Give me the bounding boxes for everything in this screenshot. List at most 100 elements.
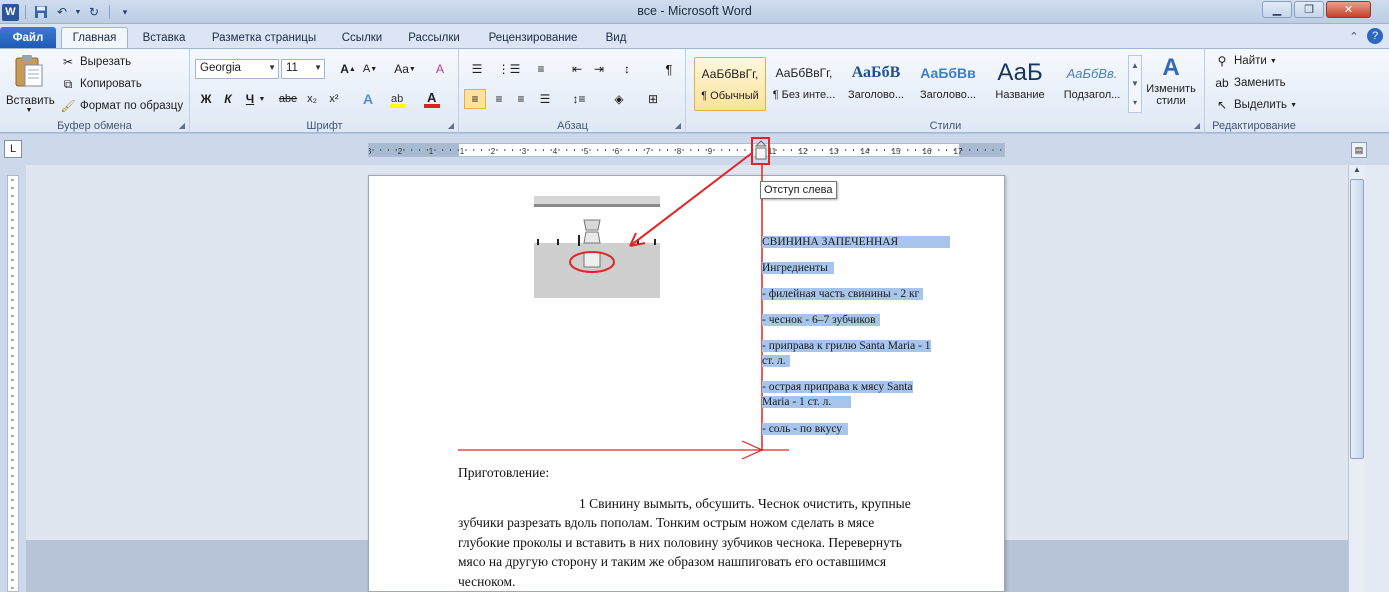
align-center-icon[interactable]: ≡	[488, 89, 510, 109]
body-line[interactable]: глубокие проколы и вставить в них полови…	[458, 533, 902, 553]
font-launcher-icon[interactable]: ◢	[448, 121, 454, 130]
cut-button[interactable]: ✂ Вырезать	[60, 54, 131, 70]
styles-launcher-icon[interactable]: ◢	[1194, 121, 1200, 130]
font-group-label: Шрифт	[306, 120, 343, 132]
select-dropdown-icon[interactable]: ▼	[1290, 102, 1297, 109]
font-group: Georgia ▼ 11 ▼ A ▲ A ▼ Aa ▼ A Ж К Ч ▼ abe x…	[191, 49, 459, 133]
vertical-ruler[interactable]	[7, 175, 19, 592]
tab-file[interactable]: Файл	[0, 27, 56, 48]
clipboard-launcher-icon[interactable]: ◢	[179, 121, 185, 130]
styles-scroll[interactable]: ▲ ▼ ▾	[1128, 55, 1142, 113]
strikethrough-button[interactable]: abe	[277, 89, 299, 109]
selected-line[interactable]: - соль - по вкусу	[762, 422, 849, 437]
style-preview: АаБбВвГг,	[701, 67, 759, 81]
tab-page-layout[interactable]: Разметка страницы	[204, 27, 324, 48]
underline-dropdown-icon[interactable]: ▼	[257, 89, 267, 109]
change-styles-label: Изменить стили	[1146, 83, 1196, 107]
font-color-button[interactable]: A	[421, 89, 443, 109]
copy-button[interactable]: ⧉ Копировать	[60, 76, 142, 92]
scroll-up-icon[interactable]: ▲	[1350, 165, 1364, 178]
replace-button[interactable]: ab Заменить	[1214, 75, 1285, 91]
style-preview: АаБбВв	[920, 65, 976, 81]
selected-line[interactable]: СВИНИНА ЗАПЕЧЕННАЯ	[762, 235, 951, 250]
borders-icon[interactable]: ⊞	[642, 89, 664, 109]
vertical-scrollbar[interactable]: ▲	[1348, 165, 1365, 592]
paragraph-launcher-icon[interactable]: ◢	[675, 121, 681, 130]
shrink-font-button[interactable]: A ▼	[359, 59, 381, 79]
tab-selector[interactable]: L	[4, 140, 22, 158]
format-painter-button[interactable]: 🖌 Формат по образцу	[60, 98, 183, 114]
increase-indent-icon[interactable]: ⇥	[588, 59, 610, 79]
selected-line[interactable]: Maria - 1 ст. л.	[762, 395, 852, 410]
justify-icon[interactable]: ☰	[534, 89, 556, 109]
selected-line[interactable]: Ингредиенты	[762, 261, 834, 276]
selected-line[interactable]: - приправа к грилю Santa Maria - 1	[762, 339, 931, 354]
line-spacing-icon[interactable]: ↕≡	[568, 89, 590, 109]
paste-dropdown-icon[interactable]: ▼	[6, 107, 52, 114]
tab-home[interactable]: Главная	[61, 27, 128, 48]
change-case-button[interactable]: Aa ▼	[391, 59, 419, 79]
show-formatting-icon[interactable]: ¶	[658, 59, 680, 79]
selected-line[interactable]: - филейная часть свинины - 2 кг	[762, 287, 924, 302]
superscript-button[interactable]: x²	[323, 89, 345, 109]
style-subtitle[interactable]: АаБбВв. Подзагол...	[1056, 57, 1128, 111]
chevron-down-icon[interactable]: ▼	[1131, 79, 1139, 88]
text-effects-icon[interactable]: A	[357, 89, 379, 109]
paragraph-group: ☰ ⋮☰ ≡ ⇤ ⇥ ↕ ¶ ≡ ≡ ≡ ☰ ↕≡ ◈ ⊞ Абзац ◢	[460, 49, 686, 133]
selected-line[interactable]: - чеснок - 6–7 зубчиков	[762, 313, 880, 328]
multilevel-list-icon[interactable]: ≡	[530, 59, 552, 79]
selected-line[interactable]: - острая приправа к мясу Santa	[762, 380, 913, 395]
shading-icon[interactable]: ◈	[608, 89, 630, 109]
subscript-button[interactable]: x₂	[301, 89, 323, 109]
change-styles-button[interactable]: A Изменить стили	[1143, 53, 1199, 107]
more-styles-icon[interactable]: ▾	[1133, 98, 1137, 107]
close-button[interactable]: ✕	[1326, 1, 1371, 18]
font-size-dropdown-icon[interactable]: ▼	[314, 63, 322, 72]
chevron-up-icon[interactable]: ▲	[1131, 61, 1139, 70]
view-ruler-icon[interactable]: ▤	[1351, 142, 1367, 158]
minimize-button[interactable]: ▁	[1262, 1, 1292, 18]
font-name-dropdown-icon[interactable]: ▼	[268, 63, 276, 72]
body-line[interactable]: мясо на другую сторону и таким же образо…	[458, 552, 886, 572]
highlight-button[interactable]: ab	[387, 89, 409, 109]
style-title[interactable]: АаБ Название	[984, 57, 1056, 111]
tab-insert[interactable]: Вставка	[135, 27, 193, 48]
align-right-icon[interactable]: ≡	[510, 89, 532, 109]
body-line[interactable]: 1 Свинину вымыть, обсушить. Чеснок очист…	[579, 494, 911, 514]
scroll-thumb[interactable]	[1350, 179, 1364, 459]
bullets-icon[interactable]: ☰	[466, 59, 488, 79]
grow-font-button[interactable]: A ▲	[337, 59, 359, 79]
style-heading-2[interactable]: АаБбВв Заголово...	[912, 57, 984, 111]
select-button[interactable]: ↖ Выделить ▼	[1214, 97, 1297, 113]
style-heading-1[interactable]: АаБбВ Заголово...	[840, 57, 912, 111]
bold-button[interactable]: Ж	[195, 89, 217, 109]
horizontal-ruler[interactable]: 32112345678911121314151617	[368, 143, 1005, 157]
italic-button[interactable]: К	[217, 89, 239, 109]
body-line[interactable]: зубчики разрезать вдоль пополам. Тонким …	[458, 513, 874, 533]
numbering-icon[interactable]: ⋮☰	[498, 59, 521, 79]
minimize-ribbon-icon[interactable]: ⌃	[1346, 28, 1362, 44]
style-no-spacing[interactable]: АаБбВвГг, ¶ Без инте...	[768, 57, 840, 111]
ruler-number: 11	[768, 147, 777, 156]
style-normal[interactable]: АаБбВвГг, ¶ Обычный	[694, 57, 766, 111]
selected-line[interactable]: ст. л.	[762, 354, 790, 369]
tab-review[interactable]: Рецензирование	[478, 27, 588, 48]
font-name-box[interactable]: Georgia ▼	[195, 59, 279, 79]
find-button[interactable]: ⚲ Найти ▼	[1214, 53, 1277, 69]
decrease-indent-icon[interactable]: ⇤	[566, 59, 588, 79]
style-preview: АаБбВ	[851, 64, 901, 81]
tab-view[interactable]: Вид	[598, 27, 634, 48]
change-styles-icon: A	[1162, 54, 1180, 81]
clear-formatting-button[interactable]: A	[429, 59, 451, 79]
help-icon[interactable]: ?	[1367, 28, 1383, 44]
restore-button[interactable]: ❐	[1294, 1, 1324, 18]
section-heading[interactable]: Приготовление:	[458, 463, 549, 483]
font-size-box[interactable]: 11 ▼	[281, 59, 325, 79]
tab-mailings[interactable]: Рассылки	[400, 27, 468, 48]
body-line[interactable]: чесноком.	[458, 572, 515, 592]
find-dropdown-icon[interactable]: ▼	[1270, 58, 1277, 65]
sort-icon[interactable]: ↕	[616, 59, 638, 79]
tab-references[interactable]: Ссылки	[334, 27, 390, 48]
align-left-icon[interactable]: ≡	[464, 89, 486, 109]
paste-button[interactable]: Вставить ▼	[6, 53, 55, 114]
